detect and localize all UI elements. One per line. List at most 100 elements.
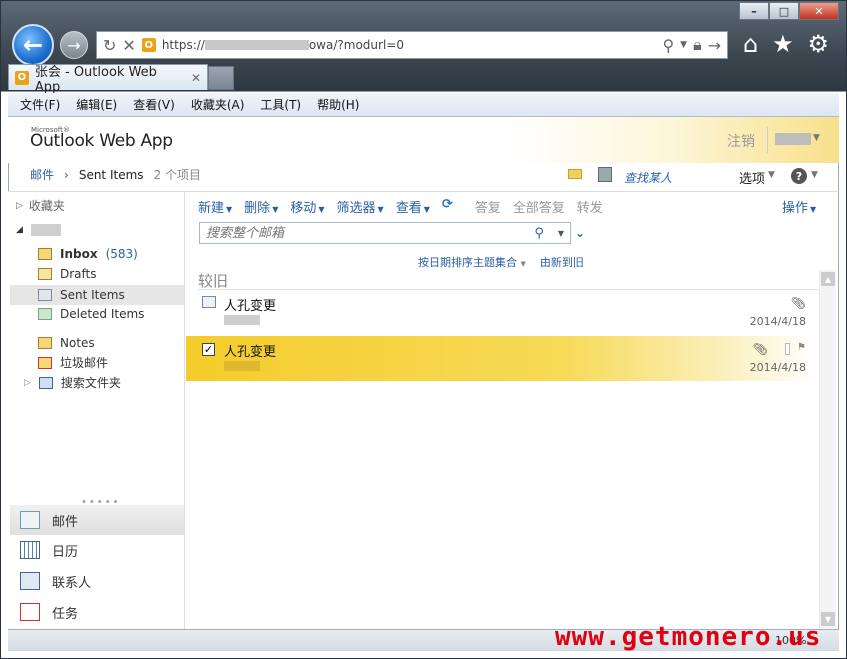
stop-icon[interactable]: ✕ — [122, 36, 135, 55]
user-chevron-icon[interactable]: ▼ — [813, 133, 820, 143]
folder-label: Drafts — [60, 267, 97, 281]
tab-close-icon[interactable]: ✕ — [191, 71, 201, 85]
delete-label: 删除 — [244, 201, 271, 216]
address-book-icon[interactable] — [598, 167, 612, 182]
module-label: 任务 — [52, 606, 79, 622]
new-label: 新建 — [198, 201, 225, 216]
message-date: 2014/4/18 — [749, 315, 806, 328]
message-item[interactable]: 人孔变更 📎︎ 2014/4/18 — [186, 290, 818, 335]
mailbox-root[interactable]: ◢ — [16, 224, 61, 236]
dropdown-chevron-icon[interactable]: ▼ — [680, 40, 687, 50]
folder-sent-items[interactable]: Sent Items — [10, 285, 184, 305]
user-name-redacted[interactable] — [775, 133, 811, 145]
help-icon[interactable]: ? — [791, 168, 807, 184]
module-tasks[interactable]: 任务 — [10, 597, 184, 627]
envelope-icon[interactable] — [568, 169, 582, 179]
folder-label: Inbox — [60, 247, 98, 261]
move-button[interactable]: 移动 ▼ — [290, 197, 324, 216]
filter-label: 筛选器 — [336, 201, 376, 216]
sort-order-toggle[interactable]: 由新到旧 — [540, 254, 584, 270]
actions-button[interactable]: 操作 ▼ — [782, 197, 816, 216]
refresh-icon[interactable]: ↻ — [103, 36, 116, 55]
new-tab-button[interactable] — [208, 66, 234, 90]
group-header: 较旧 — [198, 272, 229, 290]
expand-triangle-icon[interactable]: ▷ — [24, 378, 31, 388]
lock-icon[interactable]: 🔒︎ — [693, 35, 702, 55]
unread-count: (583) — [105, 247, 138, 261]
url-text[interactable]: https:// owa/?modurl=0 — [162, 38, 657, 52]
folder-inbox[interactable]: Inbox (583) — [38, 247, 138, 261]
chevron-down-icon: ▼ — [377, 205, 384, 214]
collapse-triangle-icon[interactable]: ◢ — [16, 225, 23, 235]
favorites-star-icon[interactable]: ★ — [772, 30, 794, 58]
home-icon[interactable]: ⌂ — [743, 30, 758, 58]
scroll-down-icon[interactable]: ▼ — [821, 612, 835, 626]
scroll-up-icon[interactable]: ▲ — [821, 272, 835, 286]
menu-tools[interactable]: 工具(T) — [252, 96, 309, 113]
menu-edit[interactable]: 编辑(E) — [68, 96, 125, 113]
module-mail[interactable]: 邮件 — [10, 505, 184, 535]
module-calendar[interactable]: 日历 — [10, 535, 184, 565]
expand-search-icon[interactable]: ⌄ — [575, 226, 585, 240]
category-icon[interactable] — [785, 343, 790, 355]
browser-tab[interactable]: O 张会 - Outlook Web App ✕ — [8, 64, 208, 95]
refresh-icon[interactable]: ⟳ — [442, 197, 453, 216]
menu-favorites[interactable]: 收藏夹(A) — [183, 96, 253, 113]
folder-search[interactable]: ▷ 搜索文件夹 — [24, 374, 121, 391]
options-menu[interactable]: 选项 — [739, 168, 765, 187]
calendar-icon — [20, 541, 40, 559]
folder-deleted-items[interactable]: Deleted Items — [38, 307, 144, 321]
inbox-folder-icon — [38, 248, 52, 260]
search-options-chevron-icon[interactable]: ▼ — [558, 229, 564, 238]
forward-button[interactable]: → — [60, 31, 88, 59]
sign-out-link[interactable]: 注销 — [727, 131, 755, 151]
flag-icon[interactable]: ⚑ — [797, 342, 806, 353]
breadcrumb-mail[interactable]: 邮件 — [30, 166, 54, 183]
selection-checkbox[interactable]: ✓ — [202, 343, 215, 356]
menu-bar: 文件(F) 编辑(E) 查看(V) 收藏夹(A) 工具(T) 帮助(H) — [8, 93, 839, 117]
browser-right-nav: ⌂ ★ ⚙ — [736, 28, 836, 60]
search-box[interactable]: ⚲ ▼ — [199, 222, 571, 244]
go-arrow-icon[interactable]: → — [708, 36, 721, 55]
forward-button-mail[interactable]: 转发 — [577, 197, 603, 216]
folder-drafts[interactable]: Drafts — [38, 267, 97, 281]
filter-button[interactable]: 筛选器 ▼ — [337, 197, 384, 216]
folder-label: Deleted Items — [60, 307, 145, 321]
paperclip-icon: 📎︎ — [752, 342, 768, 356]
expand-triangle-icon[interactable]: ▷ — [16, 201, 23, 211]
list-scrollbar[interactable] — [819, 270, 836, 628]
arrange-by-dropdown[interactable]: 按日期排序主题集合 ▼ — [418, 254, 526, 270]
message-item-selected[interactable]: ✓ 人孔变更 📎︎ ⚑ 2014/4/18 — [186, 336, 818, 381]
search-input[interactable] — [206, 225, 535, 241]
maximize-button[interactable]: □ — [769, 2, 799, 20]
sender-redacted — [224, 361, 260, 371]
options-chevron-icon[interactable]: ▼ — [768, 170, 775, 180]
search-icon[interactable]: ⚲ — [662, 36, 674, 55]
url-path: owa/?modurl=0 — [308, 38, 404, 52]
reply-all-button[interactable]: 全部答复 — [513, 197, 565, 216]
menu-file[interactable]: 文件(F) — [12, 96, 68, 113]
folder-label: Notes — [60, 336, 95, 350]
favorites-row[interactable]: ▷ 收藏夹 — [16, 197, 65, 214]
tab-bar: O 张会 - Outlook Web App ✕ — [8, 64, 234, 95]
drafts-folder-icon — [38, 268, 52, 280]
folder-junk[interactable]: 垃圾邮件 — [38, 354, 108, 371]
chevron-down-icon: ▼ — [226, 205, 233, 214]
gear-icon[interactable]: ⚙ — [808, 30, 830, 58]
view-button[interactable]: 查看 ▼ — [396, 197, 430, 216]
address-bar[interactable]: ↻ ✕ O https:// owa/?modurl=0 ⚲ ▼ 🔒︎ → — [96, 31, 728, 59]
menu-help[interactable]: 帮助(H) — [309, 96, 367, 113]
folder-notes[interactable]: Notes — [38, 336, 95, 350]
reply-button[interactable]: 答复 — [475, 197, 501, 216]
header-divider — [767, 127, 768, 153]
menu-view[interactable]: 查看(V) — [125, 96, 183, 113]
help-chevron-icon[interactable]: ▼ — [811, 170, 818, 180]
module-contacts[interactable]: 联系人 — [10, 566, 184, 596]
search-icon[interactable]: ⚲ — [534, 226, 544, 241]
delete-button[interactable]: 删除 ▼ — [244, 197, 278, 216]
minimize-button[interactable]: – — [739, 2, 769, 20]
tasks-checklist-icon — [20, 603, 40, 621]
close-window-button[interactable]: ✕ — [799, 2, 839, 20]
new-button[interactable]: 新建 ▼ — [198, 197, 232, 216]
find-someone-input[interactable]: 查找某人 — [624, 169, 672, 186]
